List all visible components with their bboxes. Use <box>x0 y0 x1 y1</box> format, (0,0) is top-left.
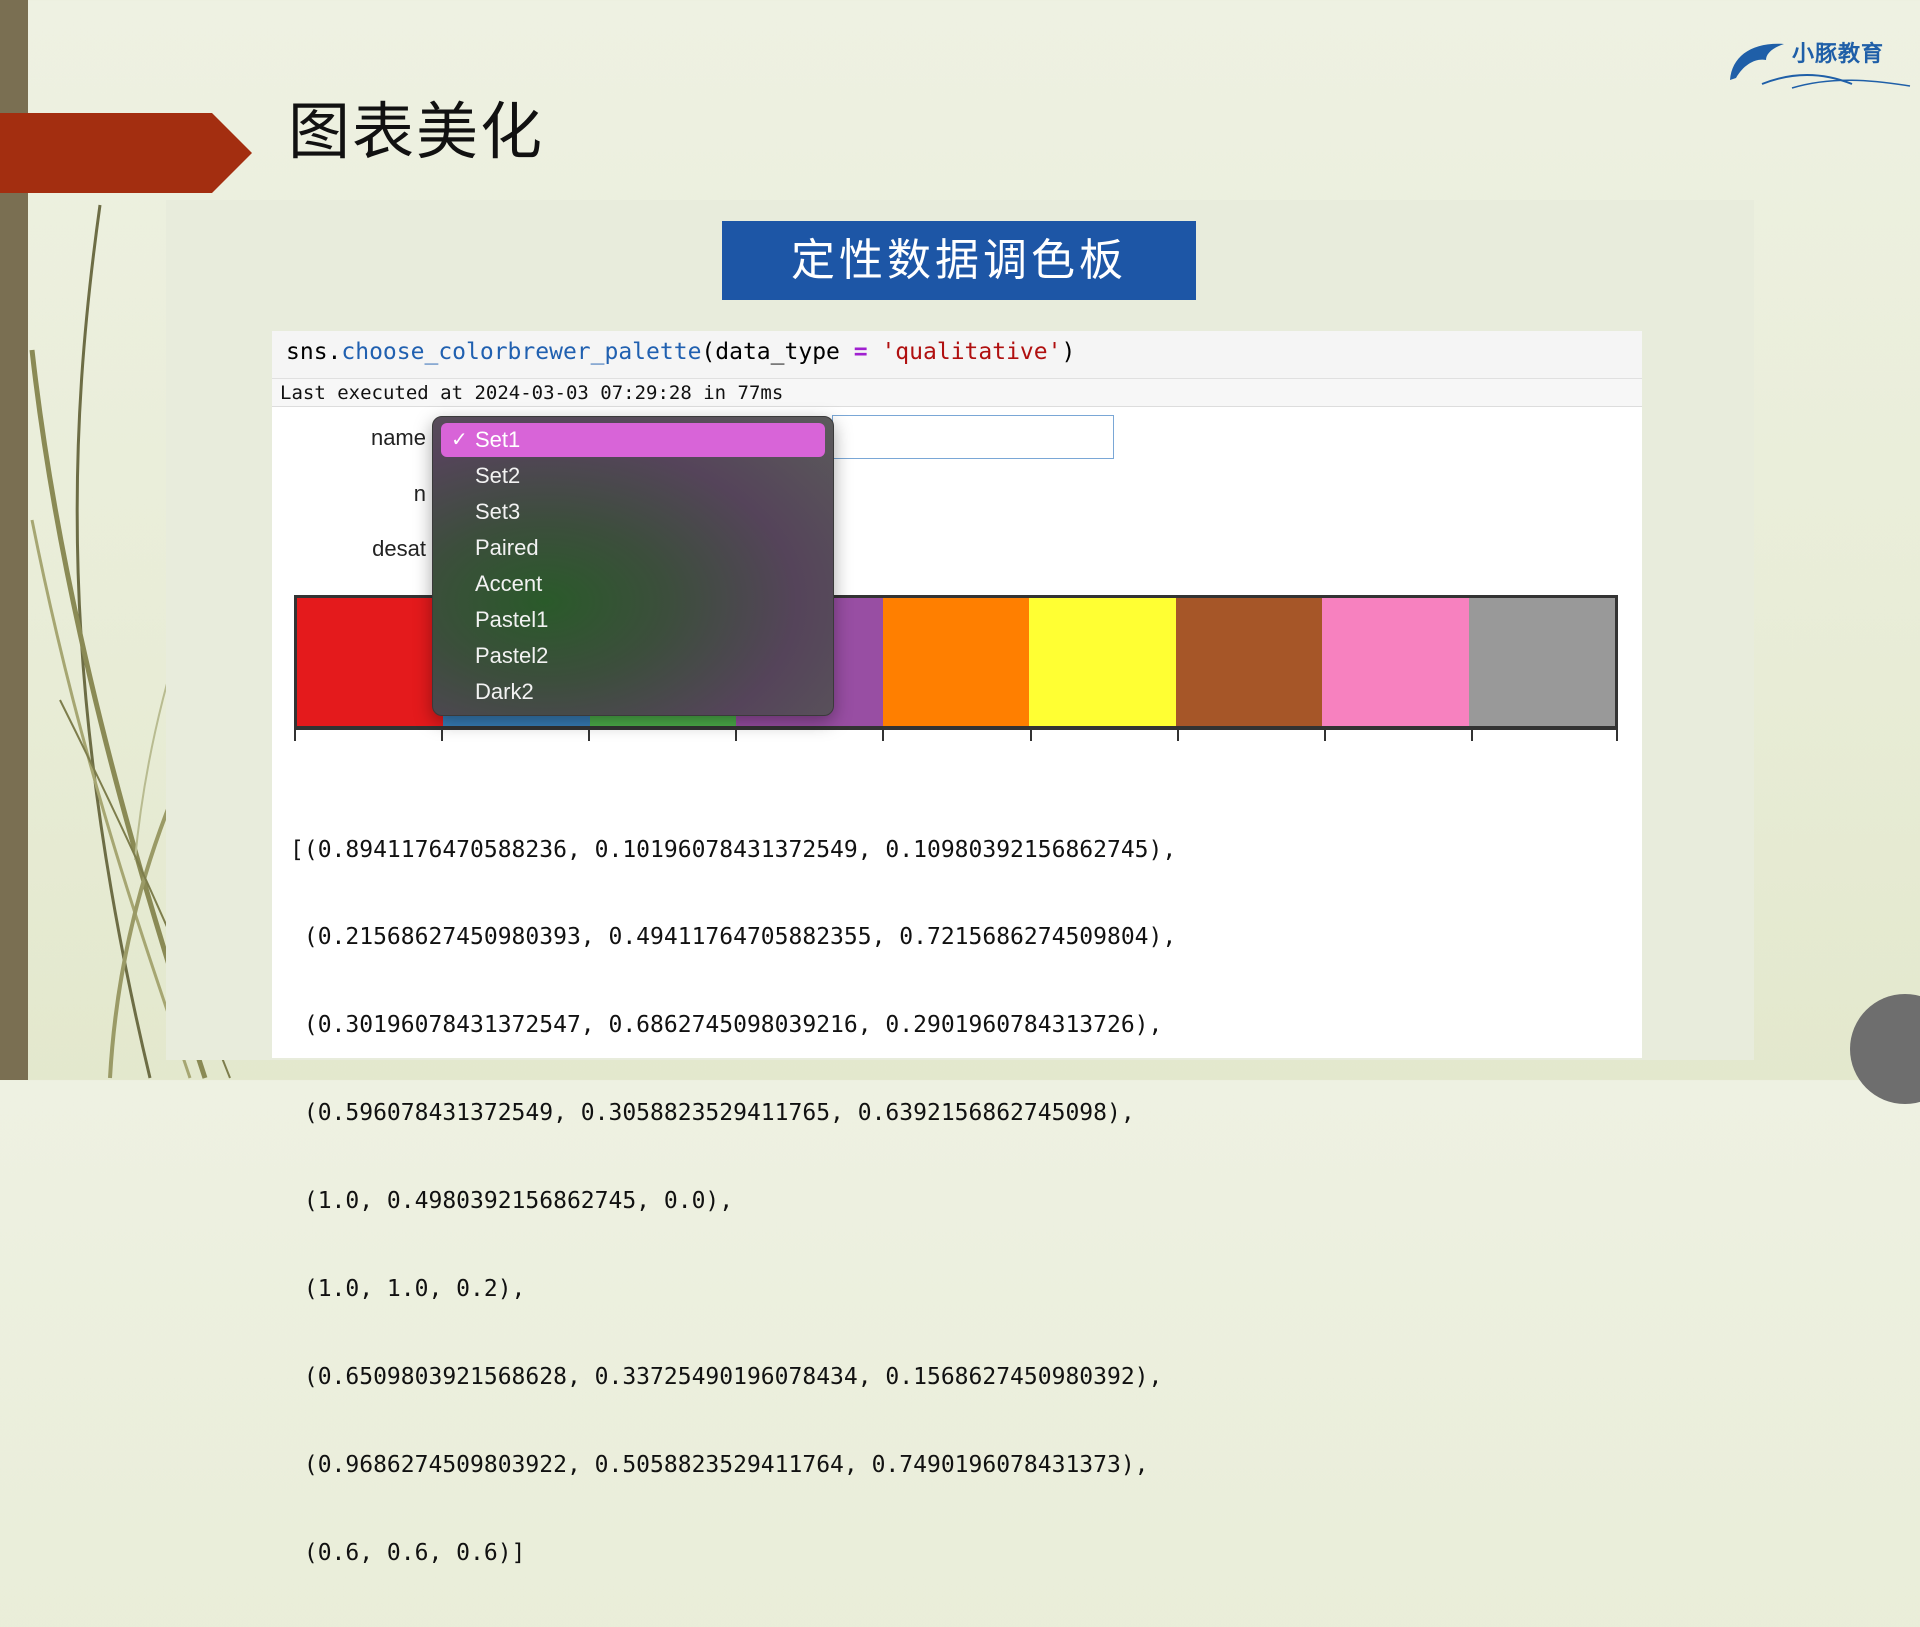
output-line: (0.6, 0.6, 0.6)] <box>290 1539 526 1566</box>
dropdown-option-label: Set2 <box>475 463 521 488</box>
dropdown-option-set1[interactable]: ✓ Set1 <box>441 423 825 457</box>
code-operator: = <box>853 339 868 365</box>
code-close: ) <box>1061 339 1076 365</box>
axis-tick <box>882 729 884 741</box>
axis-tick <box>441 729 443 741</box>
output-line: (1.0, 1.0, 0.2), <box>290 1276 526 1303</box>
dropdown-option-dark2[interactable]: Dark2 <box>441 675 825 709</box>
palette-dropdown-menu[interactable]: ✓ Set1 Set2 Set3 Paired Accent Pastel1 P… <box>432 416 834 716</box>
dropdown-option-pastel2[interactable]: Pastel2 <box>441 639 825 673</box>
slide-title: 图表美化 <box>288 95 545 168</box>
axis-tick <box>1324 729 1326 741</box>
dropdown-option-paired[interactable]: Paired <box>441 531 825 565</box>
palette-swatch <box>882 598 1030 726</box>
axis-tick <box>1616 729 1618 741</box>
output-line: (1.0, 0.4980392156862745, 0.0), <box>290 1188 734 1215</box>
palette-swatch <box>1322 598 1469 726</box>
palette-swatch <box>297 598 444 726</box>
output-line: [(0.8941176470588236, 0.1019607843137254… <box>290 836 1177 863</box>
output-line: (0.9686274509803922, 0.5058823529411764,… <box>290 1451 1149 1478</box>
output-line: (0.30196078431372547, 0.6862745098039216… <box>290 1012 1163 1039</box>
code-function: choose_colorbrewer_palette <box>341 339 702 365</box>
dropdown-option-label: Set3 <box>475 499 521 524</box>
dropdown-option-set3[interactable]: Set3 <box>441 495 825 529</box>
section-banner: 定性数据调色板 <box>722 221 1196 300</box>
palette-output: [(0.8941176470588236, 0.1019607843137254… <box>290 777 1176 1627</box>
title-arrow-shape <box>0 113 252 193</box>
execution-info: Last executed at 2024-03-03 07:29:28 in … <box>272 379 1642 407</box>
code-arg: (data_type <box>701 339 854 365</box>
desat-label: desat <box>372 536 426 561</box>
axis-tick <box>1471 729 1473 741</box>
logo-text: 小豚教育 <box>1792 42 1885 67</box>
dropdown-option-label: Set1 <box>475 427 521 452</box>
axis-tick <box>588 729 590 741</box>
dropdown-option-label: Accent <box>475 571 543 596</box>
dropdown-option-label: Pastel1 <box>475 607 549 632</box>
output-line: (0.596078431372549, 0.3058823529411765, … <box>290 1100 1135 1127</box>
dropdown-option-label: Dark2 <box>475 679 534 704</box>
axis-tick <box>294 729 296 741</box>
code-prefix: sns. <box>286 339 342 365</box>
output-line: (0.6509803921568628, 0.33725490196078434… <box>290 1363 1163 1390</box>
name-label: name <box>370 425 426 450</box>
axis-tick <box>1030 729 1032 741</box>
dropdown-option-accent[interactable]: Accent <box>441 567 825 601</box>
dropdown-option-set2[interactable]: Set2 <box>441 459 825 493</box>
dropdown-option-label: Paired <box>475 535 539 560</box>
palette-swatch <box>1468 598 1615 726</box>
swatch-axis-ticks <box>294 729 1618 745</box>
n-label: n <box>413 481 426 506</box>
dropdown-option-pastel1[interactable]: Pastel1 <box>441 603 825 637</box>
code-cell[interactable]: sns.choose_colorbrewer_palette(data_type… <box>272 331 1642 379</box>
checkmark-icon: ✓ <box>451 429 468 451</box>
name-select[interactable] <box>832 415 1114 459</box>
axis-tick <box>735 729 737 741</box>
output-line: (0.21568627450980393, 0.4941176470588235… <box>290 924 1177 951</box>
code-string: 'qualitative' <box>867 339 1062 365</box>
palette-swatch <box>1029 598 1176 726</box>
axis-tick <box>1177 729 1179 741</box>
palette-swatch <box>1175 598 1323 726</box>
dropdown-option-label: Pastel2 <box>475 643 549 668</box>
